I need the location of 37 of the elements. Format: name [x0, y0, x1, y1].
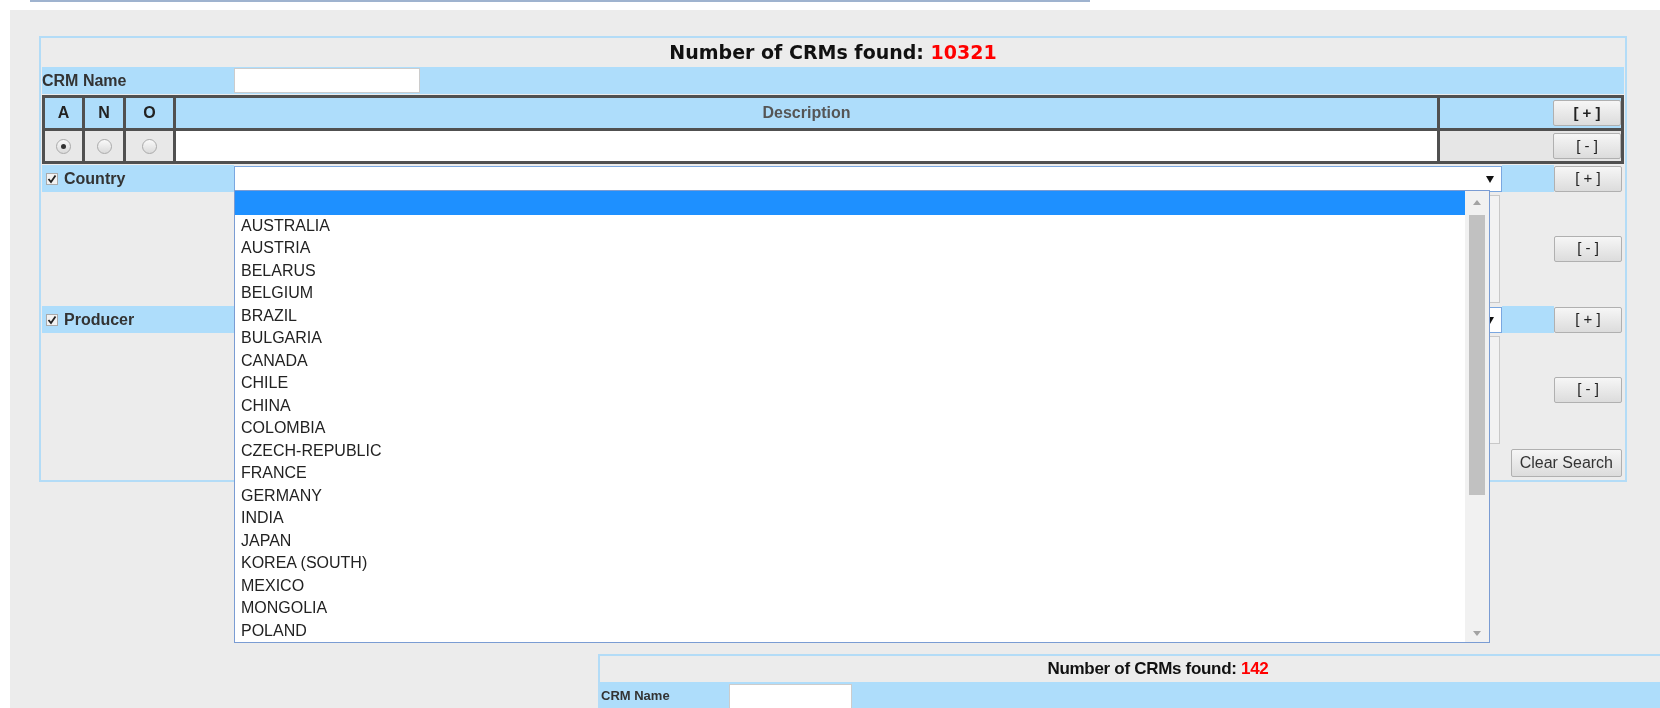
dropdown-option[interactable]: CHILE	[241, 372, 289, 395]
dropdown-option[interactable]: POLAND	[241, 619, 307, 642]
dropdown-option[interactable]: COLOMBIA	[241, 417, 326, 440]
dropdown-option[interactable]: MEXICO	[241, 574, 305, 597]
dropdown-option[interactable]: GERMANY	[241, 484, 322, 507]
dropdown-option[interactable]: BULGARIA	[241, 327, 322, 350]
remove-button[interactable]: [ - ]	[1553, 133, 1621, 159]
results-count-title: Number of CRMs found: 142	[1047, 658, 1269, 681]
column-header: O	[124, 96, 175, 130]
country-dropdown-menu[interactable]: AUSTRALIA AUSTRIA BELARUS BELGIUM BRAZIL BULGARIA CANADA CHILE CHINA COLOMBIA CZECH-REPUBLIC FRANCE GERMANY INDIA JAPAN KOREA (SOUTH) MEXICO MONGOLIA POLAND	[234, 190, 1490, 643]
dropdown-option[interactable]: CANADA	[241, 349, 308, 372]
filter-label: Producer	[64, 309, 135, 330]
dropdown-option[interactable]: JAPAN	[241, 529, 292, 552]
dropdown-option[interactable]: FRANCE	[241, 462, 307, 485]
field-label: CRM Name	[42, 70, 128, 91]
column-header: N	[83, 96, 125, 130]
add-button[interactable]: [ + ]	[1553, 100, 1621, 126]
column-header: Description	[174, 96, 1439, 130]
filter-label: Country	[64, 168, 126, 189]
clear-search-button[interactable]: Clear Search	[1510, 448, 1622, 477]
dropdown-option[interactable]: AUSTRIA	[241, 237, 311, 260]
dropdown-option[interactable]: INDIA	[241, 507, 284, 530]
add-button[interactable]: [ + ]	[1554, 306, 1622, 333]
dropdown-option[interactable]: MONGOLIA	[241, 597, 328, 620]
field-label: CRM Name	[600, 687, 671, 706]
dropdown-option[interactable]: BELGIUM	[241, 282, 313, 305]
dropdown-option[interactable]: CHINA	[241, 394, 291, 417]
add-button[interactable]: [ + ]	[1554, 165, 1622, 192]
dropdown-option[interactable]: AUSTRALIA	[241, 214, 330, 237]
dropdown-option[interactable]: KOREA (SOUTH)	[241, 552, 368, 575]
dropdown-option[interactable]: CZECH-REPUBLIC	[241, 439, 382, 462]
remove-button[interactable]: [ - ]	[1554, 235, 1622, 262]
remove-button[interactable]: [ - ]	[1554, 376, 1622, 403]
dropdown-option[interactable]: BRAZIL	[241, 304, 297, 327]
dropdown-option[interactable]: BELARUS	[241, 259, 316, 282]
column-header: A	[43, 96, 84, 130]
results-count-title: Number of CRMs found: 10321	[669, 39, 997, 65]
